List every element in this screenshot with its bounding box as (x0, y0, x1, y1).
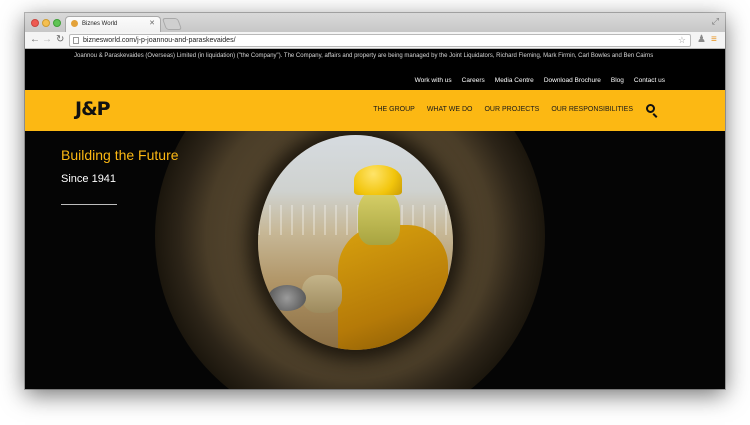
nav-the-group[interactable]: THE GROUP (373, 106, 415, 113)
zoom-window-icon[interactable] (53, 19, 61, 27)
browser-window: Biznes World ✕ ⤢ ← → ↻ biznesworld.com/j… (25, 13, 725, 389)
top-link-work-with-us[interactable]: Work with us (415, 77, 452, 84)
browser-toolbar: ← → ↻ biznesworld.com/j-p-joannou-and-pa… (25, 32, 725, 49)
tab-close-icon[interactable]: ✕ (149, 17, 155, 31)
tab-strip: Biznes World ✕ ⤢ (25, 13, 725, 32)
top-link-download-brochure[interactable]: Download Brochure (544, 77, 601, 84)
hero-banner: Building the Future Since 1941 (25, 131, 725, 389)
tab-title: Biznes World (82, 21, 118, 27)
top-link-careers[interactable]: Careers (462, 77, 485, 84)
worker-image (258, 135, 453, 350)
address-url: biznesworld.com/j-p-joannou-and-paraskev… (83, 37, 236, 44)
nav-what-we-do[interactable]: WHAT WE DO (427, 106, 473, 113)
top-link-contact-us[interactable]: Contact us (634, 77, 665, 84)
worker-face-mask (358, 190, 400, 245)
address-bar[interactable]: biznesworld.com/j-p-joannou-and-paraskev… (69, 34, 691, 47)
nav-our-responsibilities[interactable]: OUR RESPONSIBILITIES (551, 106, 633, 113)
search-icon[interactable] (646, 104, 655, 113)
minimize-window-icon[interactable] (42, 19, 50, 27)
bookmark-star-icon[interactable]: ☆ (678, 35, 686, 46)
hero-subtitle: Since 1941 (61, 173, 117, 185)
liquidation-notice: Joannou & Paraskevaides (Overseas) Limit… (74, 53, 654, 59)
angle-grinder (268, 285, 306, 311)
fullscreen-icon[interactable]: ⤢ (712, 16, 719, 27)
hero-title: Building the Future (61, 147, 179, 163)
nav-our-projects[interactable]: OUR PROJECTS (484, 106, 539, 113)
top-link-blog[interactable]: Blog (611, 77, 624, 84)
worker-jacket (338, 225, 448, 350)
hard-hat (354, 165, 402, 195)
back-arrow-icon[interactable]: ← (30, 34, 40, 46)
forward-arrow-icon[interactable]: → (42, 34, 52, 46)
browser-tab[interactable]: Biznes World ✕ (65, 16, 161, 32)
worker-glove (302, 275, 342, 313)
top-links: Work with us Careers Media Centre Downlo… (415, 77, 665, 84)
main-header: J&P THE GROUP WHAT WE DO OUR PROJECTS OU… (25, 90, 725, 131)
close-window-icon[interactable] (31, 19, 39, 27)
reload-icon[interactable]: ↻ (56, 34, 64, 46)
favicon-icon (71, 20, 78, 27)
hero-divider (61, 204, 117, 205)
browser-menu-icon[interactable]: ≡ (711, 34, 717, 46)
page-icon (73, 37, 79, 44)
top-link-media-centre[interactable]: Media Centre (495, 77, 534, 84)
web-page: Joannou & Paraskevaides (Overseas) Limit… (25, 49, 725, 389)
jp-logo[interactable]: J&P (75, 98, 111, 120)
main-nav: THE GROUP WHAT WE DO OUR PROJECTS OUR RE… (373, 106, 633, 113)
extension-icon[interactable]: ♟ (697, 34, 706, 46)
new-tab-button[interactable] (161, 18, 183, 30)
